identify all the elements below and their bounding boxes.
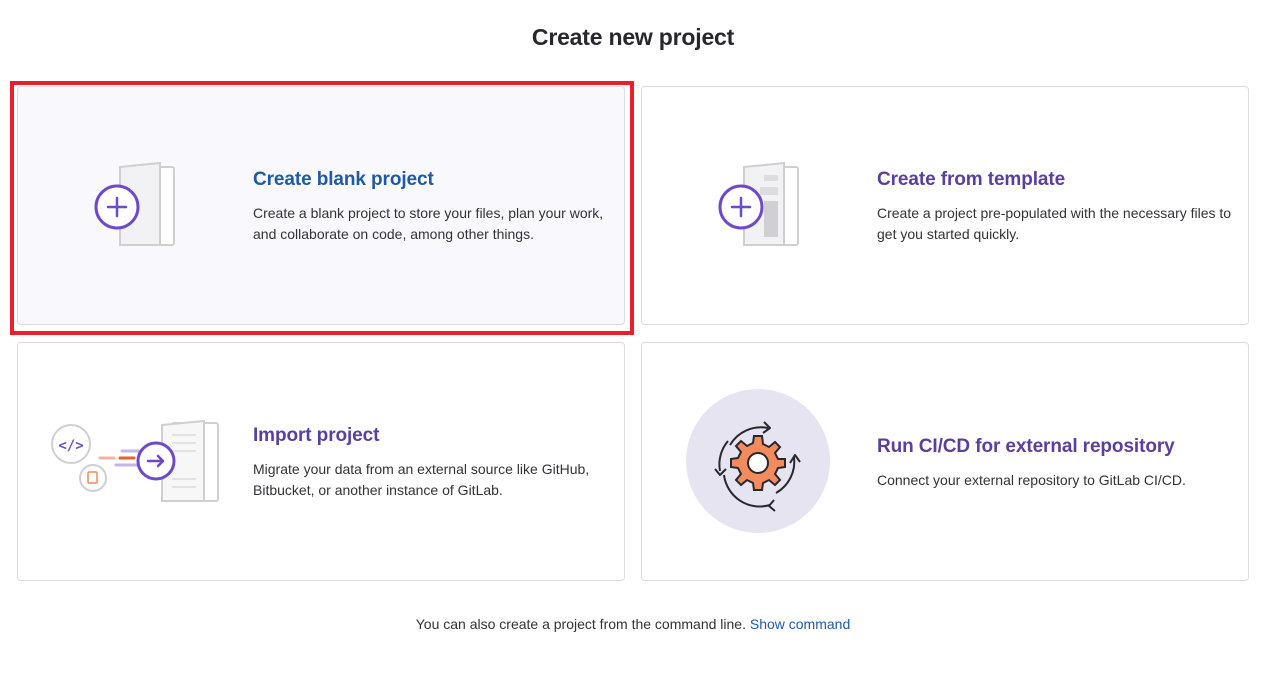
cicd-gear-illustration [672,383,872,543]
card-description: Connect your external repository to GitL… [877,472,1186,488]
card-description: Migrate your data from an external sourc… [253,461,590,498]
footer-hint: You can also create a project from the c… [0,616,1266,632]
svg-text:</>: </> [58,438,83,454]
card-description: Create a project pre-populated with the … [877,205,1232,242]
import-project-illustration: </> [48,383,248,543]
footer-text: You can also create a project from the c… [415,616,746,632]
card-title: Create blank project [253,169,434,190]
page-title: Create new project [531,24,735,50]
create-blank-project-card[interactable]: Create blank project Create a blank proj… [17,86,625,325]
card-title: Create from template [877,169,1066,190]
card-title: Import project [253,425,380,446]
run-cicd-card[interactable]: Run CI/CD for external repository Connec… [641,342,1249,581]
card-description: Create a blank project to store your fil… [253,205,604,242]
import-project-card[interactable]: </> Import project Migrate your data fro… [17,342,625,581]
blank-project-illustration [48,127,248,287]
create-from-template-card[interactable]: Create from template Create a project pr… [641,86,1249,325]
card-title: Run CI/CD for external repository [877,436,1175,457]
template-project-illustration [672,127,872,287]
show-command-link[interactable]: Show command [750,616,850,632]
